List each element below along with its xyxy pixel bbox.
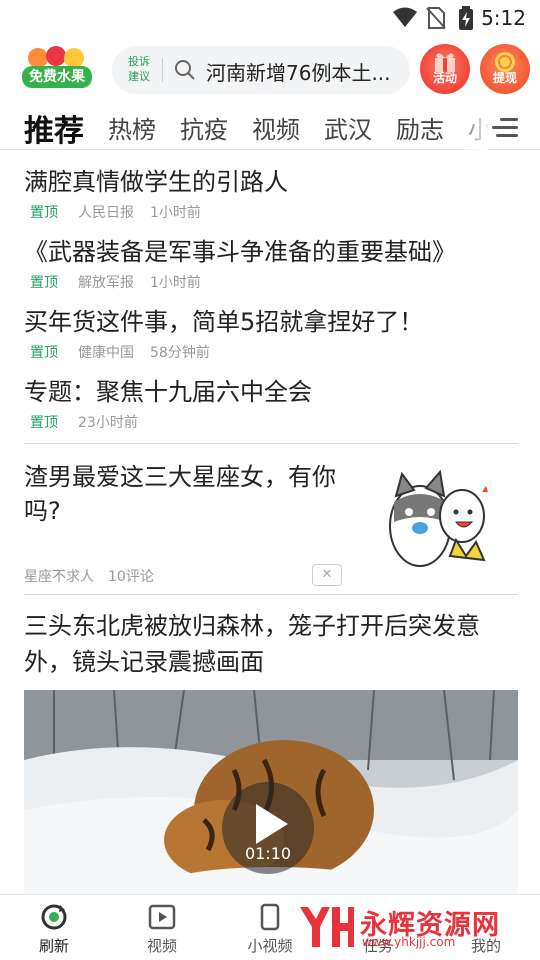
cashout-button[interactable]: 提现 (480, 44, 530, 94)
pinned-tag: 置顶 (30, 205, 58, 221)
nav-refresh[interactable]: 刷新 (4, 895, 104, 960)
article-time: 58分钟前 (150, 345, 210, 361)
tabs-fade (456, 104, 488, 150)
watermark-url: www.yhkjjj.com (362, 935, 456, 949)
article-source: 人民日报 (78, 205, 134, 221)
pinned-article[interactable]: 《武器装备是军事斗争准备的重要基础》 置顶 解放军报 1小时前 (24, 232, 524, 291)
activity-label: 活动 (432, 71, 457, 85)
pinned-tag: 置顶 (30, 415, 58, 431)
video-article-card[interactable]: 三头东北虎被放归森林，笼子打开后突发意外，镜头记录震撼画面 01:10 (24, 608, 518, 895)
pinned-article[interactable]: 满腔真情做学生的引路人 置顶 人民日报 1小时前 (24, 162, 524, 221)
fruit-icon (46, 46, 66, 66)
search-bar[interactable]: 投诉建议 河南新增76例本土... (112, 46, 410, 94)
feed-divider (24, 594, 518, 595)
logo-text: 免费水果 (22, 66, 92, 88)
video-thumbnail[interactable]: 01:10 (24, 690, 518, 895)
refresh-icon (41, 904, 67, 930)
article-meta: 星座不求人 10评论 (24, 566, 154, 586)
article-time: 23小时前 (78, 415, 138, 431)
tab-inspire[interactable]: 励志 (396, 110, 444, 145)
category-tabs: 推荐 热榜 抗疫 视频 武汉 励志 小 (0, 104, 540, 150)
dismiss-button[interactable]: ✕ (312, 564, 342, 586)
video-icon (148, 904, 176, 930)
comment-count: 10评论 (108, 569, 154, 585)
feed-divider (24, 443, 518, 444)
tab-anti-epidemic[interactable]: 抗疫 (180, 110, 228, 145)
tabs-scroller[interactable]: 推荐 热榜 抗疫 视频 武汉 励志 小 (0, 104, 488, 150)
article-source: 星座不求人 (24, 569, 94, 585)
play-button[interactable]: 01:10 (222, 782, 314, 874)
news-feed[interactable]: 满腔真情做学生的引路人 置顶 人民日报 1小时前 《武器装备是军事斗争准备的重要基础… (0, 150, 540, 895)
status-bar: 5:12 (0, 0, 540, 36)
article-meta: 置顶 健康中国 58分钟前 (24, 342, 210, 362)
search-divider (162, 58, 163, 82)
top-header: 免费水果 投诉建议 河南新增76例本土... 活动 提现 (0, 44, 540, 96)
article-thumbnail[interactable] (376, 456, 506, 582)
battery-charging-icon (459, 6, 473, 30)
activity-button[interactable]: 活动 (420, 44, 470, 94)
cashout-label: 提现 (492, 71, 517, 85)
tab-hot[interactable]: 热榜 (108, 110, 156, 145)
article-source: 健康中国 (78, 345, 134, 361)
pinned-article[interactable]: 买年货这件事，简单5招就拿捏好了！ 置顶 健康中国 58分钟前 (24, 302, 524, 361)
complaint-suggestion-button[interactable]: 投诉建议 (126, 54, 152, 84)
short-video-icon (260, 903, 280, 931)
nav-video[interactable]: 视频 (112, 895, 212, 960)
article-meta: 置顶 解放军报 1小时前 (24, 272, 201, 292)
pinned-article[interactable]: 专题：聚焦十九届六中全会 置顶 23小时前 (24, 372, 524, 431)
article-time: 1小时前 (150, 205, 201, 221)
article-title[interactable]: 渣男最爱这三大星座女，有你吗? (24, 460, 344, 528)
watermark-overlay: 永辉资源网 www.yhkjjj.com (296, 901, 526, 955)
article-title[interactable]: 满腔真情做学生的引路人 (24, 162, 524, 197)
free-fruit-logo[interactable]: 免费水果 (22, 46, 92, 92)
watermark-logo-icon (300, 907, 354, 947)
article-time: 1小时前 (150, 275, 201, 291)
pinned-tag: 置顶 (30, 345, 58, 361)
article-title[interactable]: 《武器装备是军事斗争准备的重要基础》 (24, 232, 524, 267)
pinned-tag: 置顶 (30, 275, 58, 291)
bottom-navigation: 刷新 视频 小视频 任务 我的 永辉资源网 www.yhkjjj.com (0, 894, 540, 960)
article-card[interactable]: 渣男最爱这三大星座女，有你吗? 星座不求人 10评论 ✕ (24, 456, 518, 594)
tab-video[interactable]: 视频 (252, 110, 300, 145)
video-duration: 01:10 (244, 844, 292, 863)
status-time: 5:12 (481, 6, 526, 30)
article-title[interactable]: 买年货这件事，简单5招就拿捏好了！ (24, 302, 524, 337)
tab-recommend[interactable]: 推荐 (24, 106, 84, 150)
fruit-icon (28, 48, 48, 68)
fruit-icon (64, 48, 84, 68)
play-icon (256, 804, 288, 844)
article-meta: 置顶 人民日报 1小时前 (24, 202, 201, 222)
search-icon (175, 60, 195, 80)
article-source: 解放军报 (78, 275, 134, 291)
article-title[interactable]: 三头东北虎被放归森林，笼子打开后突发意外，镜头记录震撼画面 (24, 608, 518, 680)
wifi-icon (393, 7, 417, 27)
channel-menu-icon[interactable] (492, 116, 518, 140)
tab-wuhan[interactable]: 武汉 (324, 110, 372, 145)
no-sim-icon (426, 7, 446, 29)
nav-label: 视频 (146, 937, 177, 955)
article-title[interactable]: 专题：聚焦十九届六中全会 (24, 372, 524, 407)
nav-label: 刷新 (38, 937, 69, 955)
article-meta: 置顶 23小时前 (24, 412, 138, 432)
search-hint-text[interactable]: 河南新增76例本土... (206, 57, 402, 86)
